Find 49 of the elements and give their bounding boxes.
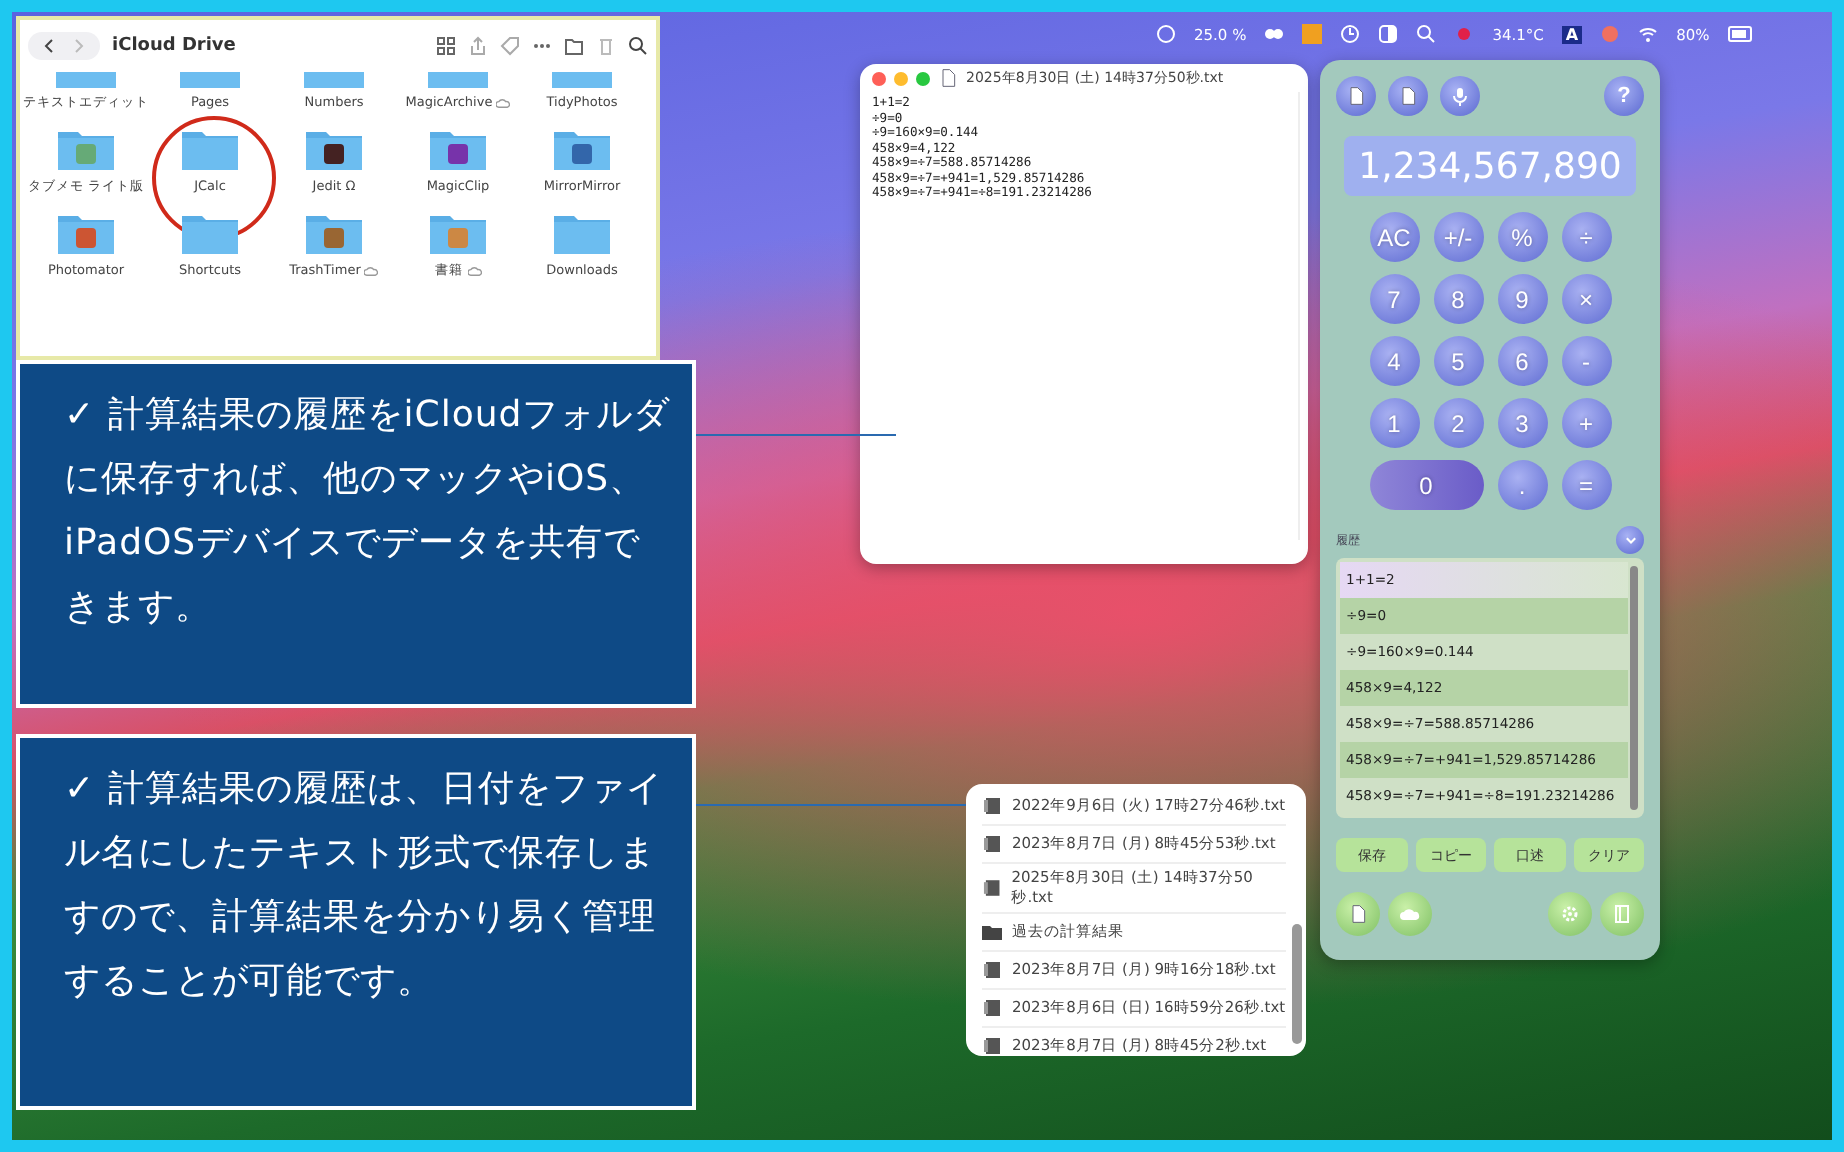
document-icon <box>1348 904 1368 924</box>
view-grid-icon[interactable] <box>436 36 456 56</box>
chevron-icon <box>1623 533 1637 547</box>
scrollbar[interactable] <box>1292 924 1302 1044</box>
input-source[interactable]: A <box>1561 25 1583 43</box>
minimize-button[interactable] <box>894 71 908 85</box>
trash-icon[interactable] <box>596 36 616 56</box>
cloud-button[interactable] <box>1388 892 1432 936</box>
contrast-icon[interactable] <box>1378 24 1399 44</box>
share-icon[interactable] <box>468 36 488 56</box>
grid-app-icon[interactable] <box>1302 24 1323 44</box>
callout-text: ✓ 計算結果の履歴をiCloudフォルダに保存すれば、他のマックやiOS、iPadOSデバイスでデータを共有できます。 <box>16 360 696 708</box>
wifi-icon[interactable] <box>1638 24 1659 44</box>
folder-icon <box>982 922 1002 942</box>
scrollbar[interactable] <box>1630 566 1638 810</box>
tag-icon[interactable] <box>500 36 520 56</box>
status-icon[interactable] <box>1156 24 1176 44</box>
microphone-icon <box>1450 86 1470 106</box>
close-button[interactable] <box>872 71 886 85</box>
settings-icon <box>1560 904 1580 924</box>
window-title: iCloud Drive <box>112 36 236 56</box>
settings-button[interactable] <box>1548 892 1592 936</box>
microphone-button[interactable] <box>1440 76 1480 116</box>
document-icon <box>982 878 1002 898</box>
eyes-icon[interactable] <box>1264 24 1285 44</box>
collapse-button[interactable] <box>1616 526 1644 554</box>
file-button[interactable] <box>1336 892 1380 936</box>
calculator-key[interactable]: 0 <box>1369 460 1483 510</box>
calculator-display: 1,234,567,890 <box>1344 136 1636 196</box>
search-icon[interactable] <box>628 36 648 56</box>
document-icon <box>982 998 1002 1018</box>
document-icon <box>982 1036 1002 1056</box>
sidebar-button[interactable] <box>1600 892 1644 936</box>
document-icon <box>1398 86 1418 106</box>
document-icon <box>982 834 1002 854</box>
copy-document-button[interactable] <box>1388 76 1428 116</box>
document-icon <box>982 796 1002 816</box>
callout-text: ✓ 計算結果の履歴は、日付をファイル名にしたテキスト形式で保存しますので、計算結果を分かり易く管理することが可能です。 <box>16 734 696 1110</box>
cloud-icon <box>1400 904 1420 924</box>
new-folder-icon[interactable] <box>564 36 584 56</box>
app-icon[interactable] <box>1600 24 1621 44</box>
clock-icon[interactable] <box>1340 24 1361 44</box>
battery-icon[interactable] <box>1727 24 1756 44</box>
document-button[interactable] <box>1336 76 1376 116</box>
sidebar-icon <box>1612 904 1632 924</box>
zoom-button[interactable] <box>916 71 930 85</box>
document-icon <box>982 960 1002 980</box>
search-icon[interactable] <box>1416 24 1437 44</box>
document-icon <box>1346 86 1366 106</box>
